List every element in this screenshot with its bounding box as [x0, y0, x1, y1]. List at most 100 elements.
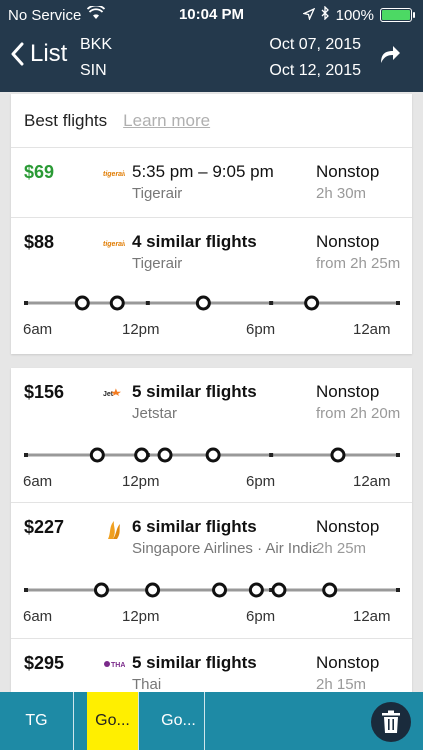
flight-time-dot — [271, 582, 287, 598]
timeline-tick — [24, 453, 28, 457]
flight-time-dot — [93, 582, 109, 598]
tab-go-2[interactable]: Go... — [153, 692, 205, 750]
stops-label: Nonstop — [316, 653, 380, 672]
flight-times: 5:35 pm – 9:05 pm — [132, 162, 274, 181]
flight-time-dot — [89, 447, 105, 463]
back-button[interactable]: List — [10, 40, 67, 68]
flight-price: $227 — [24, 517, 65, 537]
return-date: Oct 12, 2015 — [269, 62, 361, 79]
bottom-tab-bar: TG Go... Go... — [0, 692, 423, 750]
stops-label: Nonstop — [316, 517, 380, 536]
timeline-label: 12am — [353, 608, 391, 625]
timeline-tick — [24, 588, 28, 592]
timeline-tick — [396, 588, 400, 592]
airline-name: Singapore Airlines · Air India — [132, 540, 317, 557]
tab-go-1[interactable]: Go... — [87, 692, 139, 750]
stops-label: Nonstop — [316, 162, 380, 181]
learn-more-link[interactable]: Learn more — [123, 111, 210, 131]
tab-tg[interactable]: TG — [0, 692, 74, 750]
best-flights-card: Best flights Learn more $69 tigerair 5:3… — [11, 94, 412, 354]
back-label: List — [30, 40, 68, 67]
airline-name: Jetstar — [132, 405, 178, 422]
flights-card: $156 Jet 5 similar flights Jetstar Nonst… — [11, 368, 412, 698]
stops-label: Nonstop — [316, 232, 380, 251]
duration-label: 2h 30m — [316, 185, 367, 202]
timeline-label: 6pm — [246, 321, 276, 338]
flight-row[interactable]: $227 6 similar flights Singapore Airline… — [11, 503, 412, 639]
duration-label: 2h 25m — [316, 540, 367, 557]
tigerair-logo-icon: tigerair — [103, 166, 125, 180]
flight-time-dot — [145, 582, 161, 598]
best-flights-title: Best flights — [24, 110, 108, 130]
departure-timeline[interactable] — [24, 580, 400, 600]
stops-label: Nonstop — [316, 382, 380, 401]
location-icon — [301, 7, 315, 24]
header: No Service 10:04 PM 100% List BKK SIN Oc… — [0, 0, 423, 92]
flight-time-dot — [304, 295, 320, 311]
svg-text:tigerair: tigerair — [103, 241, 125, 248]
timeline-label: 12pm — [122, 608, 160, 625]
timeline-tick — [396, 453, 400, 457]
timeline-label: 12am — [353, 473, 391, 490]
flight-time-dot — [212, 582, 228, 598]
trash-icon — [382, 710, 400, 733]
timeline-tick — [24, 301, 28, 305]
timeline-label: 12am — [353, 321, 391, 338]
flight-price: $156 — [24, 382, 65, 402]
chevron-left-icon — [11, 42, 24, 66]
airline-name: Thai — [132, 676, 162, 693]
flight-time-dot — [322, 582, 338, 598]
timeline-label: 6am — [23, 608, 53, 625]
flight-row[interactable]: $69 tigerair 5:35 pm – 9:05 pm Tigerair … — [11, 148, 412, 218]
flight-time-dot — [248, 582, 264, 598]
route: BKK SIN — [80, 32, 112, 84]
departure-timeline[interactable] — [24, 445, 400, 465]
timeline-label: 6pm — [246, 473, 276, 490]
similar-flights-label: 6 similar flights — [132, 517, 257, 536]
timeline-label: 12pm — [122, 473, 160, 490]
timeline-tick — [269, 453, 274, 457]
airline-name: Tigerair — [132, 255, 183, 272]
similar-flights-label: 4 similar flights — [132, 232, 257, 251]
similar-flights-label: 5 similar flights — [132, 653, 257, 672]
singapore-airlines-logo-icon — [103, 521, 125, 539]
status-bar: No Service 10:04 PM 100% — [0, 0, 423, 28]
timeline-labels: 6am 12pm 6pm 12am — [11, 321, 412, 339]
origin-code: BKK — [80, 36, 113, 53]
flight-row[interactable]: $88 tigerair 4 similar flights Tigerair … — [11, 218, 412, 353]
svg-text:tigerair: tigerair — [103, 171, 125, 178]
battery-percent: 100% — [335, 6, 374, 24]
departure-timeline[interactable] — [24, 293, 400, 313]
timeline-label: 6pm — [246, 608, 276, 625]
flight-time-dot — [330, 447, 346, 463]
flight-time-dot — [109, 295, 125, 311]
flight-time-dot — [205, 447, 221, 463]
bluetooth-icon — [321, 5, 330, 24]
flight-time-dot — [195, 295, 211, 311]
flight-time-dot — [74, 295, 90, 311]
jetstar-logo-icon: Jet — [103, 386, 125, 400]
flight-time-dot — [157, 447, 173, 463]
timeline-tick — [145, 301, 150, 305]
depart-date: Oct 07, 2015 — [269, 36, 361, 53]
share-arrow-icon — [381, 46, 400, 63]
flight-time-dot — [134, 447, 150, 463]
flight-price: $295 — [24, 653, 65, 673]
flight-row[interactable]: $295 THAI 5 similar flights Thai Nonstop… — [11, 639, 412, 698]
svg-text:THAI: THAI — [111, 662, 125, 669]
thai-logo-icon: THAI — [103, 657, 125, 671]
flight-row[interactable]: $156 Jet 5 similar flights Jetstar Nonst… — [11, 368, 412, 503]
timeline-tick — [269, 301, 274, 305]
timeline-tick — [396, 301, 400, 305]
best-flights-header: Best flights Learn more — [11, 94, 412, 148]
battery-icon — [380, 8, 415, 22]
similar-flights-label: 5 similar flights — [132, 382, 257, 401]
flight-price: $69 — [24, 162, 55, 182]
duration-label: from 2h 20m — [316, 405, 400, 422]
duration-label: 2h 15m — [316, 676, 367, 693]
flight-price: $88 — [24, 232, 55, 252]
trash-button[interactable] — [371, 702, 411, 742]
timeline-label: 6am — [23, 473, 53, 490]
share-button[interactable] — [377, 43, 401, 70]
trip-dates: Oct 07, 2015 Oct 12, 2015 — [269, 32, 361, 84]
